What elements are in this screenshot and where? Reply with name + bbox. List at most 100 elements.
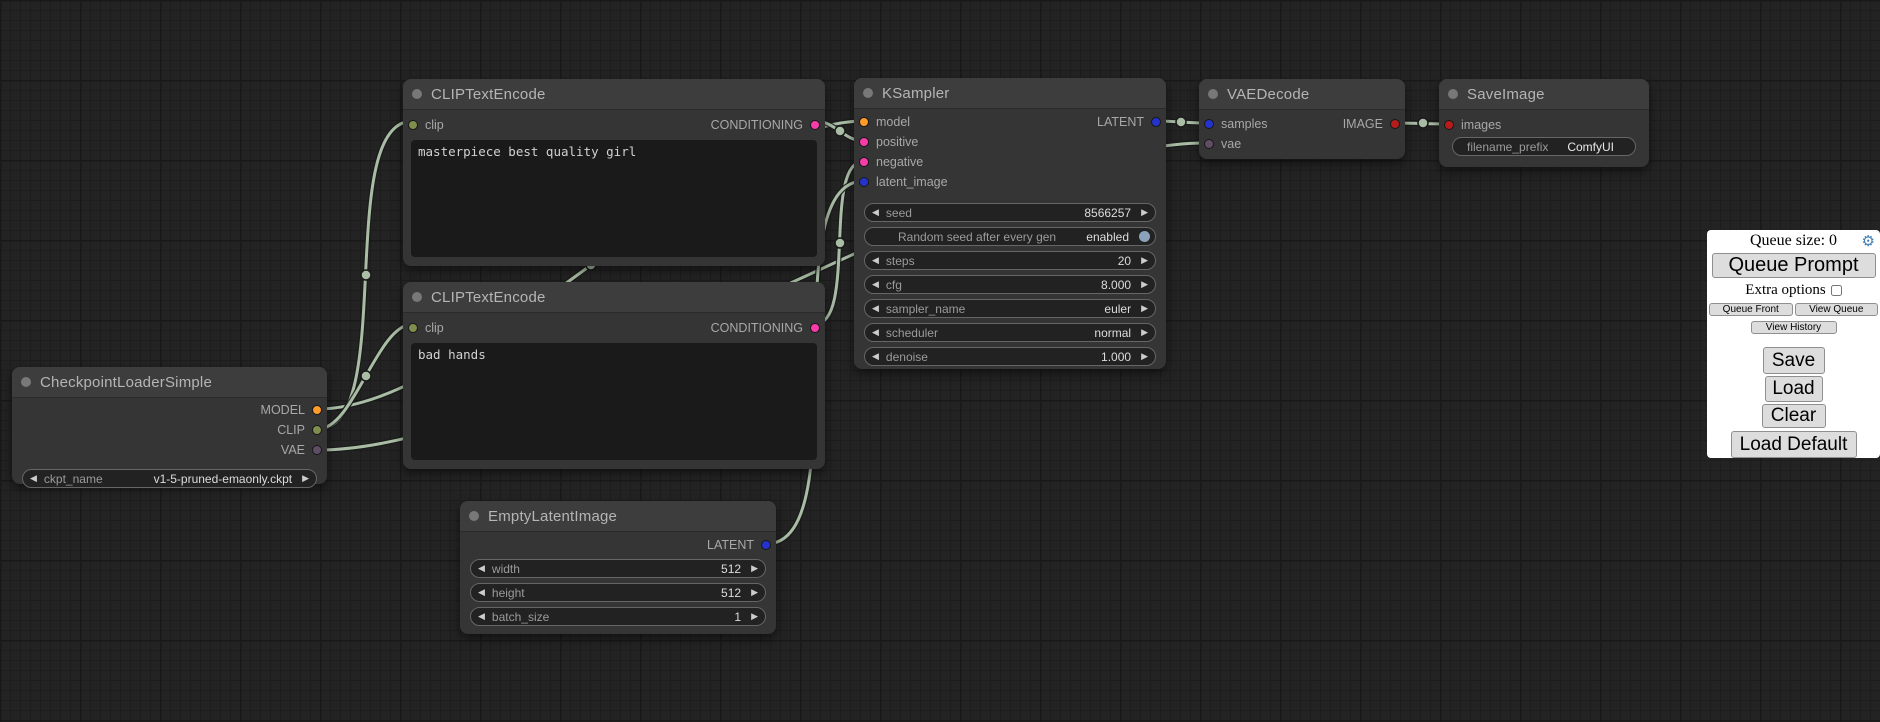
increment-icon[interactable]: ▶ <box>1141 256 1148 265</box>
increment-icon[interactable]: ▶ <box>751 612 758 621</box>
node-checkpoint-loader[interactable]: CheckpointLoaderSimple MODEL CLIP VAE ◀ … <box>12 367 327 484</box>
slot-dot-images[interactable] <box>1444 120 1454 130</box>
collapse-dot-icon[interactable] <box>21 377 31 387</box>
node-save-image[interactable]: SaveImage images filename_prefix ComfyUI <box>1439 79 1649 167</box>
decrement-icon[interactable]: ◀ <box>872 304 879 313</box>
load-default-button[interactable]: Load Default <box>1731 431 1857 458</box>
extra-options-label: Extra options <box>1745 282 1825 299</box>
input-slot-images: images <box>1439 115 1649 135</box>
view-queue-button[interactable]: View Queue <box>1795 303 1879 316</box>
collapse-dot-icon[interactable] <box>1448 89 1458 99</box>
extra-options-checkbox[interactable] <box>1831 285 1842 296</box>
collapse-dot-icon[interactable] <box>412 292 422 302</box>
node-title-bar[interactable]: EmptyLatentImage <box>460 501 776 532</box>
widget-random-seed-toggle[interactable]: Random seed after every gen enabled <box>864 227 1156 246</box>
save-button[interactable]: Save <box>1763 347 1825 374</box>
slot-dot-samples[interactable] <box>1204 119 1214 129</box>
prompt-textarea[interactable]: masterpiece best quality girl <box>411 140 817 257</box>
decrement-icon[interactable]: ◀ <box>478 564 485 573</box>
widget-cfg[interactable]: ◀ cfg 8.000 ▶ <box>864 275 1156 294</box>
widget-sampler-name[interactable]: ◀ sampler_name euler ▶ <box>864 299 1156 318</box>
collapse-dot-icon[interactable] <box>412 89 422 99</box>
decrement-icon[interactable]: ◀ <box>872 280 879 289</box>
node-title: CLIPTextEncode <box>431 86 546 103</box>
slot-dot-latent-image[interactable] <box>859 177 869 187</box>
slot-dot-model[interactable] <box>859 117 869 127</box>
toggle-knob-icon[interactable] <box>1139 231 1150 242</box>
load-button[interactable]: Load <box>1765 376 1823 402</box>
node-title-bar[interactable]: CheckpointLoaderSimple <box>12 367 327 398</box>
link-clip-negative <box>318 324 413 429</box>
slot-dot-clip[interactable] <box>408 120 418 130</box>
collapse-dot-icon[interactable] <box>863 88 873 98</box>
queue-buttons-row: Queue Front View Queue <box>1709 303 1878 316</box>
decrement-icon[interactable]: ◀ <box>872 352 879 361</box>
widget-scheduler[interactable]: ◀ scheduler normal ▶ <box>864 323 1156 342</box>
next-value-icon[interactable]: ▶ <box>302 474 309 483</box>
increment-icon[interactable]: ▶ <box>1141 280 1148 289</box>
node-title-bar[interactable]: CLIPTextEncode <box>403 79 825 110</box>
widget-steps[interactable]: ◀ steps 20 ▶ <box>864 251 1156 270</box>
queue-prompt-button[interactable]: Queue Prompt <box>1712 253 1876 279</box>
widget-batch-size[interactable]: ◀ batch_size 1 ▶ <box>470 607 766 626</box>
node-title: SaveImage <box>1467 86 1545 103</box>
decrement-icon[interactable]: ◀ <box>872 328 879 337</box>
input-slot-samples: samples <box>1199 114 1405 134</box>
queue-size-row: Queue size: 0 ⚙ <box>1707 232 1880 251</box>
slot-dot-clip[interactable] <box>408 323 418 333</box>
node-clip-text-encode-negative[interactable]: CLIPTextEncode clip CONDITIONING bad han… <box>403 282 825 469</box>
input-slot-model: model <box>854 112 1166 132</box>
widget-height[interactable]: ◀ height 512 ▶ <box>470 583 766 602</box>
node-title-bar[interactable]: SaveImage <box>1439 79 1649 110</box>
widget-width[interactable]: ◀ width 512 ▶ <box>470 559 766 578</box>
increment-icon[interactable]: ▶ <box>1141 208 1148 217</box>
input-slot-positive: positive <box>854 132 1166 152</box>
settings-gear-icon[interactable]: ⚙ <box>1862 232 1875 251</box>
node-vae-decode[interactable]: VAEDecode IMAGE samples vae <box>1199 79 1405 159</box>
node-title: EmptyLatentImage <box>488 508 617 525</box>
slot-dot-vae[interactable] <box>1204 139 1214 149</box>
output-slot-clip: CLIP <box>12 420 327 440</box>
extra-options-row: Extra options <box>1707 282 1880 298</box>
node-title-bar[interactable]: VAEDecode <box>1199 79 1405 110</box>
slot-dot-vae[interactable] <box>312 445 322 455</box>
slot-dot-conditioning[interactable] <box>810 323 820 333</box>
node-empty-latent-image[interactable]: EmptyLatentImage LATENT ◀ width 512 ▶ ◀ … <box>460 501 776 634</box>
collapse-dot-icon[interactable] <box>469 511 479 521</box>
decrement-icon[interactable]: ◀ <box>872 256 879 265</box>
widget-denoise[interactable]: ◀ denoise 1.000 ▶ <box>864 347 1156 366</box>
increment-icon[interactable]: ▶ <box>1141 352 1148 361</box>
view-history-button[interactable]: View History <box>1751 321 1837 334</box>
increment-icon[interactable]: ▶ <box>1141 304 1148 313</box>
slot-dot-latent[interactable] <box>761 540 771 550</box>
node-clip-text-encode-positive[interactable]: CLIPTextEncode clip CONDITIONING masterp… <box>403 79 825 266</box>
queue-size-label: Queue size: 0 <box>1750 232 1837 249</box>
widget-ckpt-name[interactable]: ◀ ckpt_name v1-5-pruned-emaonly.ckpt ▶ <box>22 469 317 488</box>
widget-filename-prefix[interactable]: filename_prefix ComfyUI <box>1452 137 1636 156</box>
increment-icon[interactable]: ▶ <box>1141 328 1148 337</box>
input-slot-negative: negative <box>854 152 1166 172</box>
widget-seed[interactable]: ◀ seed 8566257 ▶ <box>864 203 1156 222</box>
node-ksampler[interactable]: KSampler LATENT model positive negative … <box>854 78 1166 369</box>
decrement-icon[interactable]: ◀ <box>478 612 485 621</box>
node-title-bar[interactable]: CLIPTextEncode <box>403 282 825 313</box>
prompt-textarea[interactable]: bad hands <box>411 343 817 460</box>
clear-button[interactable]: Clear <box>1762 404 1826 429</box>
slot-dot-model[interactable] <box>312 405 322 415</box>
collapse-dot-icon[interactable] <box>1208 89 1218 99</box>
slot-dot-negative[interactable] <box>859 157 869 167</box>
slot-dot-conditioning[interactable] <box>810 120 820 130</box>
increment-icon[interactable]: ▶ <box>751 564 758 573</box>
node-title-bar[interactable]: KSampler <box>854 78 1166 109</box>
prev-value-icon[interactable]: ◀ <box>30 474 37 483</box>
node-title: KSampler <box>882 85 949 102</box>
slot-dot-positive[interactable] <box>859 137 869 147</box>
increment-icon[interactable]: ▶ <box>751 588 758 597</box>
decrement-icon[interactable]: ◀ <box>872 208 879 217</box>
input-slot-vae: vae <box>1199 134 1405 154</box>
node-graph-canvas[interactable]: CheckpointLoaderSimple MODEL CLIP VAE ◀ … <box>0 0 1880 722</box>
output-slot-conditioning: CONDITIONING <box>711 321 825 335</box>
queue-front-button[interactable]: Queue Front <box>1709 303 1793 316</box>
slot-dot-clip[interactable] <box>312 425 322 435</box>
decrement-icon[interactable]: ◀ <box>478 588 485 597</box>
